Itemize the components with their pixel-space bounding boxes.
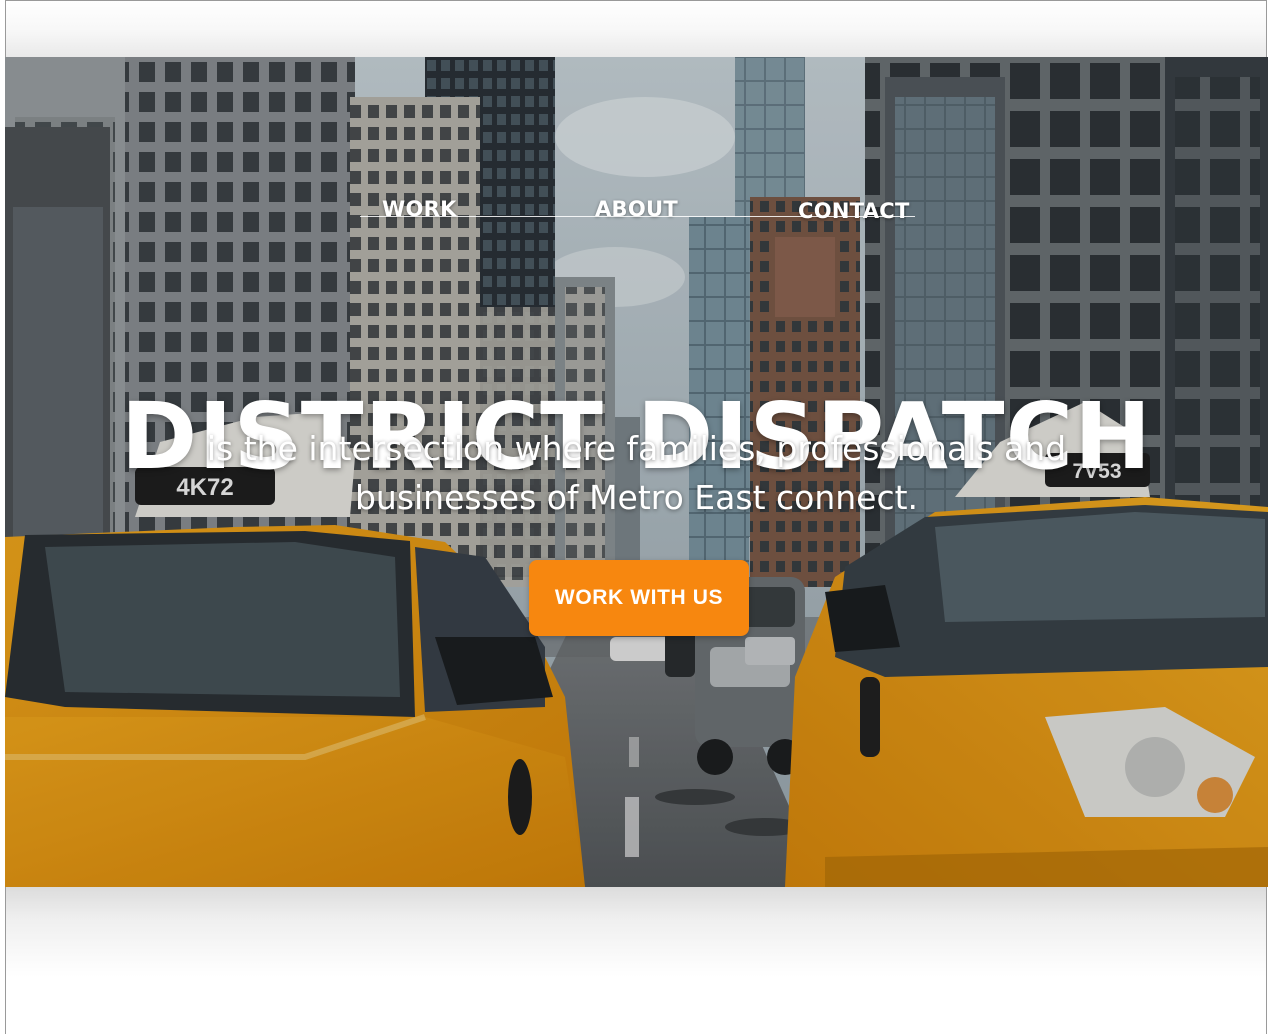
hero-section: 4K72 7V53 WORK ABOUT CONTACT DISTRICT DI… — [5, 57, 1268, 887]
hero-tagline-line-2: businesses of Metro East connect. — [354, 478, 919, 517]
nav-item-about[interactable]: ABOUT — [595, 197, 678, 221]
nav-divider — [360, 216, 915, 217]
nav-item-contact[interactable]: CONTACT — [798, 199, 910, 223]
hero-tagline-line-1: is the intersection where families, prof… — [206, 429, 1067, 468]
hero-tagline: is the intersection where families, prof… — [195, 424, 1078, 522]
work-with-us-button[interactable]: WORK WITH US — [529, 560, 749, 636]
top-shadow — [6, 1, 1266, 57]
nav-item-work[interactable]: WORK — [382, 197, 457, 221]
main-nav: WORK ABOUT CONTACT — [360, 197, 915, 237]
bottom-shadow — [6, 887, 1266, 977]
